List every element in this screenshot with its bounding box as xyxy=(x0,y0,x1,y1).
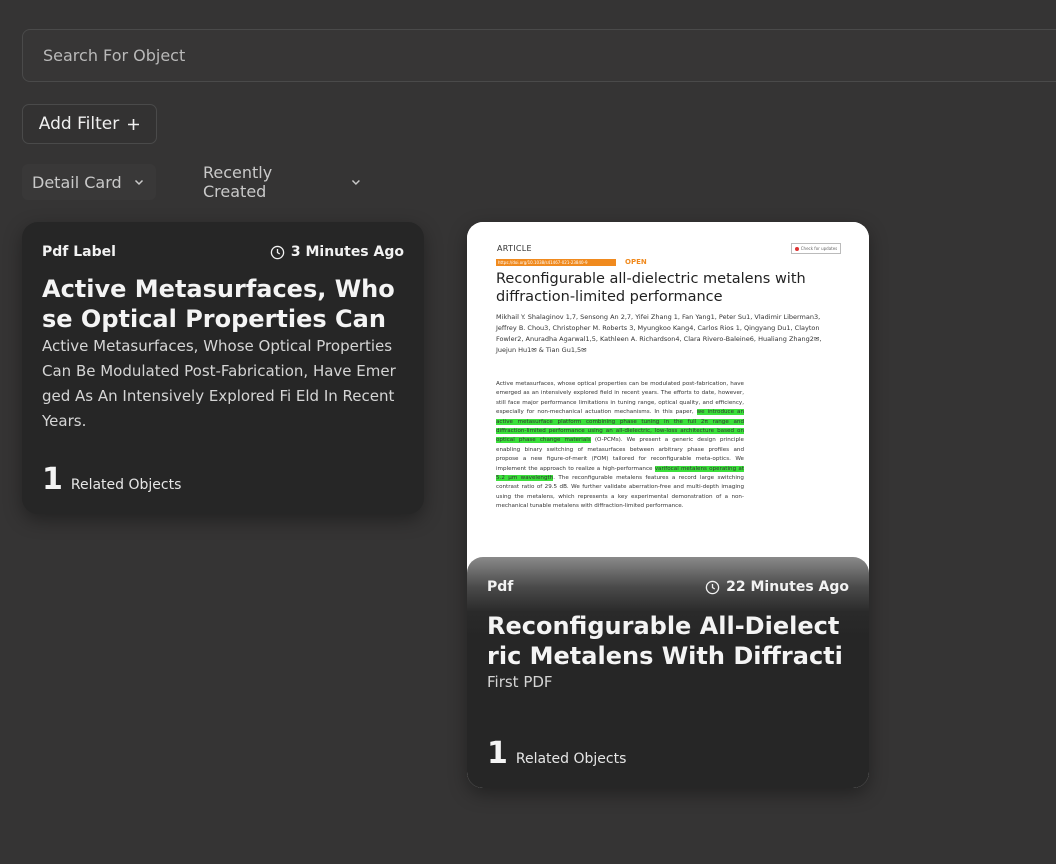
view-mode-dropdown[interactable]: Detail Card xyxy=(22,164,156,200)
preview-title: Reconfigurable all-dielectric metalens w… xyxy=(496,271,806,305)
object-card[interactable]: ARTICLE Check for updates https://doi.or… xyxy=(467,222,869,788)
card-description: Active Metasurfaces, Whose Optical Prope… xyxy=(42,337,396,430)
search-input[interactable] xyxy=(41,45,645,66)
preview-abstract: Active metasurfaces, whose optical prope… xyxy=(496,381,744,510)
object-card[interactable]: Pdf Label 3 Minutes Ago Active Metasurfa… xyxy=(22,222,424,514)
card-subtitle: First PDF xyxy=(487,673,553,691)
add-filter-button[interactable]: Add Filter xyxy=(22,104,157,144)
related-count: 1 xyxy=(42,462,63,497)
preview-doi: https://doi.org/10.1038/s41467-021-23840… xyxy=(496,259,616,266)
related-label: Related Objects xyxy=(70,477,182,493)
card-title: Reconfigurable All-Dielectric Metalens W… xyxy=(487,612,843,670)
pdf-preview: ARTICLE Check for updates https://doi.or… xyxy=(467,222,869,562)
card-timestamp: 22 Minutes Ago xyxy=(705,579,849,595)
sort-label: Recently Created xyxy=(203,163,273,201)
card-time-text: 22 Minutes Ago xyxy=(726,579,849,595)
view-mode-label: Detail Card xyxy=(32,172,122,192)
clock-icon xyxy=(270,245,285,259)
sort-dropdown[interactable]: Recently Created xyxy=(193,163,373,201)
card-timestamp: 3 Minutes Ago xyxy=(270,244,404,260)
preview-open-label: OPEN xyxy=(625,258,647,266)
add-filter-label: Add Filter xyxy=(38,114,120,134)
chevron-down-icon xyxy=(352,179,361,186)
card-time-text: 3 Minutes Ago xyxy=(290,244,404,260)
card-type-label: Pdf Label xyxy=(42,244,116,260)
search-bar[interactable] xyxy=(22,29,1056,82)
card-type-label: Pdf xyxy=(487,579,514,595)
preview-authors: Mikhail Y. Shalaginov 1,7, Sensong An 2,… xyxy=(496,313,822,354)
card-title: Active Metasurfaces, Whose Optical Prope… xyxy=(42,275,395,333)
related-count: 1 xyxy=(487,736,508,771)
preview-check-updates: Check for updates xyxy=(791,243,841,254)
clock-icon xyxy=(705,580,720,594)
chevron-down-icon xyxy=(134,179,143,186)
related-objects: 1 Related Objects xyxy=(42,462,181,497)
related-objects: 1 Related Objects xyxy=(487,736,626,771)
preview-article-label: ARTICLE xyxy=(497,244,532,253)
plus-icon xyxy=(128,118,140,130)
related-label: Related Objects xyxy=(515,751,627,767)
